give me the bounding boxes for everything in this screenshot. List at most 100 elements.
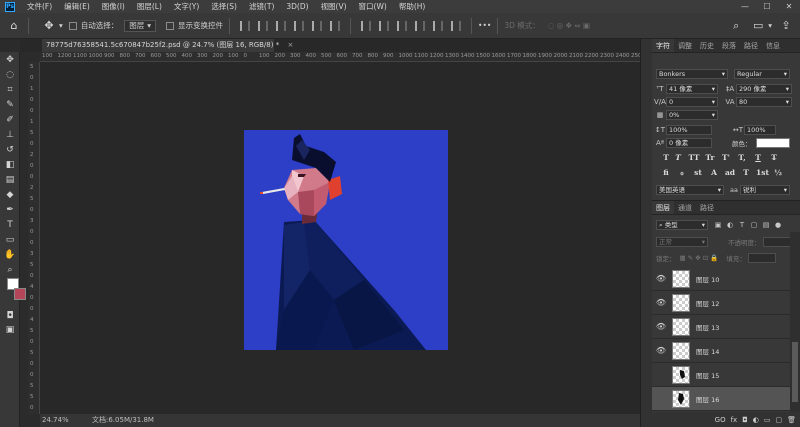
distribute-hcenter-icon[interactable]	[433, 20, 444, 31]
language-select[interactable]: 美国英语 ▾	[656, 185, 724, 195]
artwork-canvas[interactable]	[244, 130, 448, 350]
tab-paths[interactable]: 路径	[696, 201, 718, 214]
font-family-select[interactable]: Bonkers ▾	[656, 69, 728, 79]
link-layers-icon[interactable]: GO	[715, 416, 726, 424]
tab-layers[interactable]: 图层	[652, 201, 674, 214]
rectangle-tool-icon[interactable]: ▭	[2, 234, 18, 247]
align-left-icon[interactable]	[294, 20, 305, 31]
fractions-button[interactable]: ½	[772, 168, 784, 177]
chevron-down-icon[interactable]: ▾	[59, 21, 63, 30]
eyedropper-tool-icon[interactable]: ✎	[2, 99, 18, 112]
visibility-eye-icon[interactable]: 👁	[652, 298, 670, 307]
quick-mask-icon[interactable]: ◘	[2, 310, 18, 323]
tsume-field[interactable]: 0% ▾	[666, 110, 718, 120]
layer-filter-select[interactable]: ⌕ 类型 ▾	[656, 220, 708, 230]
strikethrough-button[interactable]: T̶	[768, 153, 780, 162]
zoom-tool-icon[interactable]: ⌕	[2, 264, 18, 277]
workspace-icon[interactable]: ▭	[750, 18, 766, 34]
layer-style-icon[interactable]: fx	[731, 416, 738, 424]
tab-paragraph[interactable]: 段落	[718, 39, 740, 52]
eraser-tool-icon[interactable]: ◧	[2, 159, 18, 172]
filter-smart-object-icon[interactable]: ▤	[760, 221, 772, 229]
kerning-field[interactable]: 0 ▾	[666, 97, 718, 107]
leading-field[interactable]: 290 像素 ▾	[736, 84, 792, 94]
align-bottom-icon[interactable]	[276, 20, 287, 31]
tab-paths[interactable]: 路径	[740, 39, 762, 52]
menu-filter[interactable]: 滤镜(T)	[243, 1, 280, 12]
menu-layer[interactable]: 图层(L)	[131, 1, 168, 12]
menu-image[interactable]: 图像(I)	[96, 1, 131, 12]
lock-icons[interactable]: ▦ ✎ ✥ ⊡ 🔒	[680, 254, 719, 262]
distribute-left-icon[interactable]	[415, 20, 426, 31]
align-right-icon[interactable]	[330, 20, 341, 31]
new-group-icon[interactable]: ▭	[764, 416, 771, 424]
font-size-field[interactable]: 41 像素 ▾	[666, 84, 718, 94]
layer-row[interactable]: 图层 15	[652, 363, 792, 387]
swash-button[interactable]: A	[708, 168, 720, 177]
baseline-shift-field[interactable]: 0 像素	[666, 138, 712, 148]
filter-adjustment-icon[interactable]: ◐	[724, 221, 736, 229]
faux-italic-button[interactable]: T	[672, 153, 684, 162]
text-color-swatch[interactable]	[755, 138, 790, 148]
share-icon[interactable]: ⇪	[778, 18, 794, 34]
ordinals-button[interactable]: 1st	[756, 168, 769, 177]
discretionary-ligatures-button[interactable]: st	[692, 168, 704, 177]
tab-adjustments[interactable]: 调整	[674, 39, 696, 52]
filter-type-icon[interactable]: T	[736, 221, 748, 229]
layer-row[interactable]: 👁 图层 14	[652, 339, 792, 363]
layer-row[interactable]: 👁 图层 10	[652, 267, 792, 291]
menu-view[interactable]: 视图(V)	[315, 1, 353, 12]
auto-select-dropdown[interactable]: 图层 ▾	[124, 19, 157, 32]
visibility-eye-icon[interactable]: 👁	[652, 322, 670, 331]
tab-channels[interactable]: 通道	[674, 201, 696, 214]
small-caps-button[interactable]: Tr	[704, 153, 716, 162]
all-caps-button[interactable]: TT	[688, 153, 700, 162]
gradient-tool-icon[interactable]: ▤	[2, 174, 18, 187]
stylistic-alternates-button[interactable]: ad	[724, 168, 736, 177]
menu-select[interactable]: 选择(S)	[205, 1, 243, 12]
layer-row[interactable]: 👁 图层 13	[652, 315, 792, 339]
layers-scrollbar[interactable]	[790, 232, 800, 412]
filter-pixel-icon[interactable]: ▣	[712, 221, 724, 229]
ligatures-button[interactable]: fi	[660, 168, 672, 177]
zoom-level[interactable]: 24.74%	[42, 414, 92, 427]
opacity-field[interactable]	[762, 237, 791, 247]
hand-tool-icon[interactable]: ✋	[2, 249, 18, 262]
horizontal-scale-field[interactable]: 100%	[744, 125, 776, 135]
menu-help[interactable]: 帮助(H)	[393, 1, 432, 12]
contextual-alternates-button[interactable]: ℴ	[676, 168, 688, 177]
crop-tool-icon[interactable]: ⌗	[2, 84, 18, 97]
lasso-tool-icon[interactable]: ◌	[2, 69, 18, 82]
menu-type[interactable]: 文字(Y)	[168, 1, 205, 12]
home-icon[interactable]: ⌂	[6, 18, 22, 34]
menu-window[interactable]: 窗口(W)	[353, 1, 393, 12]
blur-tool-icon[interactable]: ◆	[2, 189, 18, 202]
maximize-button[interactable]: ☐	[756, 2, 778, 11]
vertical-scale-field[interactable]: 100%	[666, 125, 712, 135]
close-icon[interactable]: ×	[287, 41, 293, 49]
auto-select-checkbox[interactable]	[68, 21, 77, 30]
distribute-top-icon[interactable]	[361, 20, 372, 31]
font-style-select[interactable]: Regular ▾	[734, 69, 790, 79]
layer-row[interactable]: 👁 图层 12	[652, 291, 792, 315]
menu-file[interactable]: 文件(F)	[21, 1, 58, 12]
brush-tool-icon[interactable]: ✐	[2, 114, 18, 127]
adjustment-layer-icon[interactable]: ◐	[753, 416, 759, 424]
tab-info[interactable]: 信息	[762, 39, 784, 52]
delete-layer-icon[interactable]: 🗑	[787, 416, 796, 424]
menu-edit[interactable]: 编辑(E)	[58, 1, 96, 12]
tab-history[interactable]: 历史	[696, 39, 718, 52]
blend-mode-select[interactable]: 正常 ▾	[656, 237, 708, 247]
clone-stamp-tool-icon[interactable]: ⊥	[2, 129, 18, 142]
more-options-button[interactable]: •••	[478, 21, 491, 30]
document-tab[interactable]: 78775d76358541.5c670847b25f2.psd @ 24.7%…	[42, 39, 293, 52]
layer-row-selected[interactable]: 图层 16	[652, 387, 792, 411]
visibility-eye-icon[interactable]: 👁	[652, 274, 670, 283]
history-brush-tool-icon[interactable]: ↺	[2, 144, 18, 157]
move-tool-icon[interactable]: ✥	[41, 18, 57, 34]
background-color-swatch[interactable]	[14, 288, 26, 300]
canvas-area[interactable]	[40, 62, 640, 414]
menu-3d[interactable]: 3D(D)	[280, 2, 314, 11]
align-top-icon[interactable]	[240, 20, 251, 31]
move-tool-icon[interactable]: ✥	[2, 54, 18, 67]
